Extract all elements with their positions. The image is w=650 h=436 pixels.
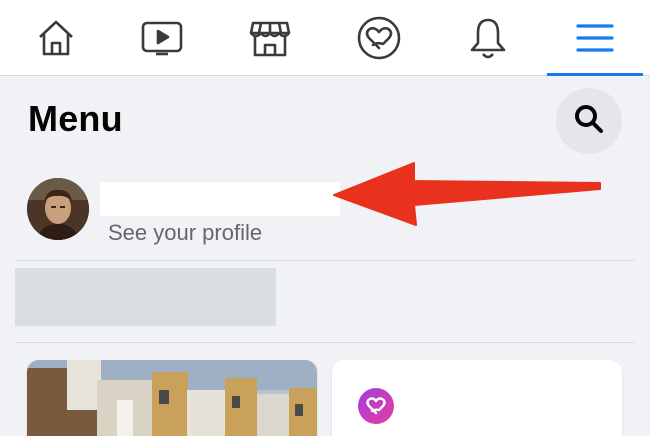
search-button[interactable]: [556, 88, 622, 154]
facebook-menu-screen: Menu See your profile: [0, 0, 650, 436]
top-navigation-bar: [0, 0, 650, 76]
nav-tab-marketplace[interactable]: [222, 0, 318, 76]
redacted-content: [15, 268, 276, 326]
shortcut-card-photo[interactable]: [27, 360, 317, 436]
nav-tab-home[interactable]: [8, 0, 104, 76]
nav-tab-dating[interactable]: [331, 0, 427, 76]
search-icon: [572, 102, 606, 141]
notifications-bell-icon: [466, 15, 510, 61]
page-title: Menu: [28, 98, 123, 139]
marketplace-icon: [247, 15, 293, 61]
divider: [15, 260, 635, 261]
home-icon: [34, 16, 78, 60]
nav-tab-notifications[interactable]: [440, 0, 536, 76]
profile-name-redacted: [100, 182, 340, 216]
dating-icon: [358, 388, 394, 424]
divider: [15, 342, 635, 343]
shortcut-card-dating[interactable]: [332, 360, 622, 436]
nav-tab-video[interactable]: [114, 0, 210, 76]
video-icon: [139, 16, 185, 60]
nav-tab-menu[interactable]: [547, 0, 643, 76]
see-profile-label: See your profile: [108, 220, 263, 245]
dating-heart-icon: [355, 14, 403, 62]
menu-hamburger-icon: [575, 21, 615, 55]
avatar: [27, 178, 89, 240]
annotation-arrow: [330, 155, 610, 232]
